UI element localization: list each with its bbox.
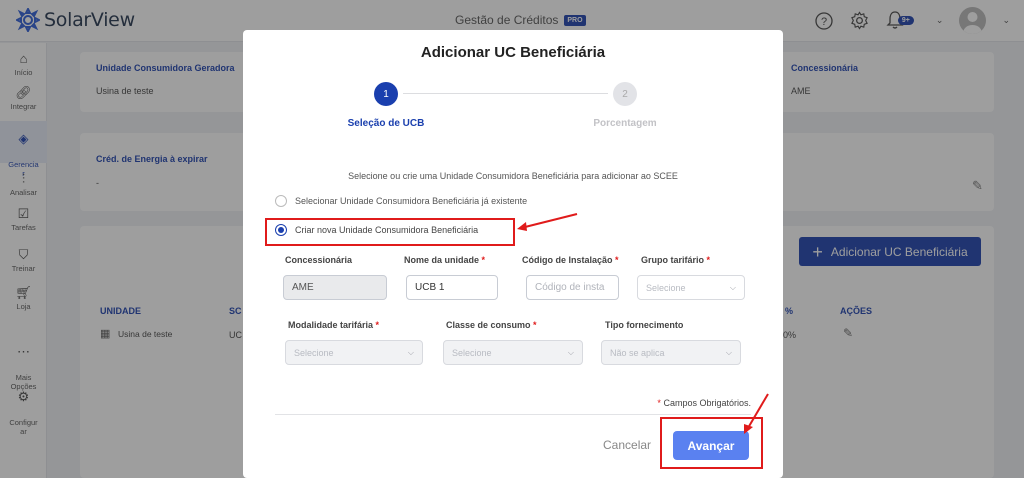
unit-name-input[interactable]: UCB 1 (406, 275, 498, 300)
step-1-label: Seleção de UCB (347, 118, 425, 129)
next-annotation-arrow-icon (744, 393, 769, 434)
stepper-line (403, 93, 608, 94)
option-existing-label: Selecionar Unidade Consumidora Beneficiá… (295, 196, 528, 206)
chevron-down-icon: ⌵ (729, 282, 736, 292)
tariff-group-select[interactable]: Selecione ⌵ (637, 275, 745, 300)
footer-divider (275, 414, 751, 415)
step-1-indicator: 1 (374, 82, 398, 106)
consumer-class-label: Classe de consumo * (446, 320, 537, 330)
required-fields-note: * Campos Obrigatórios. (657, 398, 751, 408)
step-2-indicator: 2 (613, 82, 637, 106)
chevron-down-icon: ⌵ (567, 347, 574, 357)
option-existing-ucb[interactable]: Selecionar Unidade Consumidora Beneficiá… (275, 195, 527, 207)
utility-field: AME (283, 275, 387, 300)
utility-field-label: Concessionária (285, 255, 353, 265)
add-uc-modal: Adicionar UC Beneficiária 1 2 Seleção de… (243, 30, 783, 478)
annotation-arrow-icon (517, 213, 578, 231)
install-code-label: Código de Instalação * (522, 255, 619, 265)
instruction-text: Selecione ou crie uma Unidade Consumidor… (348, 171, 678, 181)
chevron-down-icon: ⌵ (725, 347, 732, 357)
step-2-label: Porcentagem (593, 118, 657, 129)
tariff-group-label: Grupo tarifário * (641, 255, 711, 265)
supply-type-select[interactable]: Não se aplica ⌵ (601, 340, 741, 365)
tariff-mode-label: Modalidade tarifária * (288, 320, 380, 330)
consumer-class-select[interactable]: Selecione ⌵ (443, 340, 583, 365)
highlight-box (265, 218, 515, 246)
unit-name-label: Nome da unidade * (404, 255, 486, 265)
chevron-down-icon: ⌵ (407, 347, 414, 357)
install-code-input[interactable]: Código de insta (526, 275, 619, 300)
radio-existing[interactable] (275, 195, 287, 207)
supply-type-label: Tipo fornecimento (605, 320, 684, 330)
modal-title: Adicionar UC Beneficiária (420, 44, 606, 61)
tariff-mode-select[interactable]: Selecione ⌵ (285, 340, 423, 365)
cancel-button[interactable]: Cancelar (603, 438, 651, 452)
